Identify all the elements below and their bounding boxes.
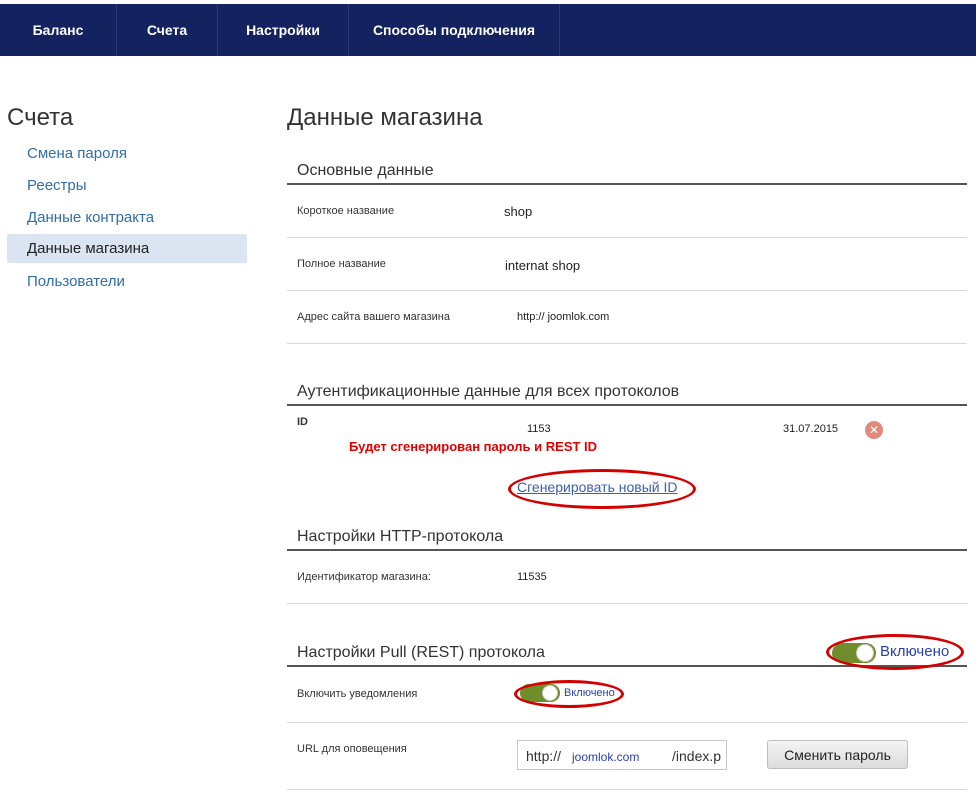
nav-connection-methods[interactable]: Способы подключения [349,4,560,56]
short-name-value: shop [504,204,533,219]
highlight-ellipse [826,634,964,670]
highlight-ellipse [514,680,624,708]
shop-id-value: 11535 [517,571,547,583]
id-date: 31.07.2015 [783,423,839,435]
full-name-label: Полное название [297,258,386,270]
sidebar-item-users[interactable]: Пользователи [7,267,247,296]
highlight-ellipse [508,469,696,509]
sidebar-item-contract-data[interactable]: Данные контракта [7,203,247,232]
site-address-value: http:// joomlok.com [517,311,610,323]
row-notifications: Включить уведомления [287,667,967,723]
row-short-name: Короткое название shop [287,185,967,238]
site-address-label: Адрес сайта вашего магазина [297,311,450,323]
id-value: 1153 [527,423,551,435]
row-site-address: Адрес сайта вашего магазина http:// joom… [287,291,967,344]
nav-settings[interactable]: Настройки [218,4,349,56]
section-title: Аутентификационные данные для всех прото… [297,383,680,400]
sidebar-item-change-password[interactable]: Смена пароля [7,139,247,168]
notification-url-label: URL для оповещения [297,743,407,755]
short-name-label: Короткое название [297,205,395,217]
section-title: Настройки HTTP-протокола [297,528,504,545]
row-shop-id: Идентификатор магазина: 11535 [287,551,967,604]
url-part-path: /index.p [672,748,722,764]
section-title: Настройки Pull (REST) протокола [297,644,545,661]
top-nav: Баланс Счета Настройки Способы подключен… [0,4,976,56]
sidebar-item-registers[interactable]: Реестры [7,171,247,200]
section-auth-data: Аутентификационные данные для всех прото… [287,378,967,406]
change-password-button[interactable]: Сменить пароль [767,740,908,769]
url-part-scheme: http:// [526,748,562,764]
shop-id-label: Идентификатор магазина: [297,571,431,583]
page-title: Данные магазина [287,104,483,131]
full-name-value: internat shop [505,258,581,273]
notifications-label: Включить уведомления [297,688,418,700]
nav-balance[interactable]: Баланс [0,4,117,56]
section-title: Основные данные [297,162,434,179]
section-basic-data: Основные данные [287,157,967,185]
url-part-host: joomlok.com [572,750,640,764]
sidebar-item-shop-data[interactable]: Данные магазина [7,234,247,263]
annotation-text: Будет сгенерирован пароль и REST ID [349,439,598,454]
row-full-name: Полное название internat shop [287,238,967,291]
delete-icon[interactable]: ✕ [865,421,883,439]
sidebar-title: Счета [7,104,74,131]
section-http: Настройки HTTP-протокола [287,523,967,551]
id-label: ID [297,416,308,428]
nav-accounts[interactable]: Счета [117,4,218,56]
notification-url-input[interactable]: http:// joomlok.com /index.p [517,740,727,770]
